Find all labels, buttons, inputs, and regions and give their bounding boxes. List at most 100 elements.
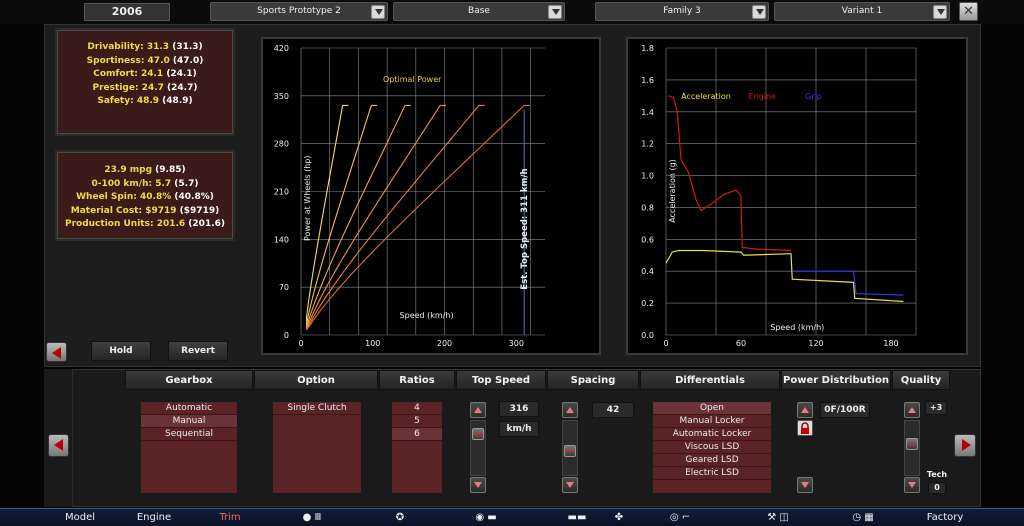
variant-dropdown-label: Variant 1 — [841, 6, 883, 16]
nav-brakes[interactable]: ◉ ▬ — [466, 509, 506, 526]
stat-base-value: (47.0) — [169, 55, 204, 66]
power-distribution-down-button[interactable] — [797, 477, 813, 493]
back-arrow-button[interactable] — [46, 342, 67, 362]
y-tick-label: 70 — [279, 283, 289, 292]
quality-down-button[interactable] — [904, 477, 920, 493]
model-dropdown[interactable]: Sports Prototype 2 — [210, 2, 388, 21]
family-dropdown-label: Family 3 — [663, 6, 701, 16]
ratio-option[interactable]: 6 — [392, 428, 442, 441]
ratios-list[interactable]: 456 — [391, 401, 443, 494]
y-tick-label: 0.2 — [641, 299, 654, 308]
stat-base-value: (24.7) — [163, 82, 198, 93]
differential-option[interactable]: Open — [653, 402, 771, 415]
y-tick-label: 1.0 — [641, 172, 654, 181]
clutch-option[interactable]: Single Clutch — [273, 402, 361, 415]
top-speed-header: Top Speed — [456, 370, 546, 390]
nav-trim[interactable]: Trim — [190, 509, 270, 526]
nav-engine[interactable]: Engine — [114, 509, 194, 526]
differential-option[interactable]: Automatic Locker — [653, 428, 771, 441]
stat-value: 23.9 mpg — [104, 165, 153, 175]
quality-header: Quality — [892, 370, 950, 390]
x-tick-label: 200 — [437, 339, 452, 348]
fan-icon: ✤ — [614, 512, 624, 523]
nav-suspension[interactable]: ✪ — [380, 509, 420, 526]
close-button[interactable]: ✕ — [959, 2, 978, 21]
y-tick-label: 1.6 — [641, 76, 654, 85]
top-speed-up-button[interactable] — [470, 402, 486, 418]
power-distribution-up-button[interactable] — [797, 402, 813, 418]
power-chart: 0 70 140 210 280 350 420 0 100 200 300 Power at Whe… — [274, 44, 545, 348]
nav-body[interactable]: ▬▬ — [548, 509, 606, 526]
stat-value: Sportiness: 47.0 — [86, 55, 170, 66]
nav-factory[interactable]: Factory — [905, 509, 985, 526]
top-speed-down-button[interactable] — [470, 477, 486, 493]
spacing-up-button[interactable] — [562, 402, 578, 418]
gearbox-option[interactable]: Automatic — [141, 402, 237, 415]
stat-line: 23.9 mpg (9.85) — [57, 164, 233, 178]
spacing-slider-track[interactable] — [562, 420, 578, 476]
stat-value: Material Cost: $9719 — [70, 205, 177, 216]
gearbox-option[interactable]: Sequential — [141, 428, 237, 441]
hold-button[interactable]: Hold — [91, 341, 151, 361]
ratio-option[interactable]: 5 — [392, 415, 442, 428]
lock-icon[interactable] — [797, 420, 813, 436]
legend-grip: Grip — [805, 92, 822, 101]
wrench-icon: ⚒ ◫ — [767, 512, 789, 523]
option-list[interactable]: Single Clutch — [272, 401, 362, 494]
trim-dropdown[interactable]: Base — [393, 2, 565, 21]
nav-track[interactable]: ◷ ▦ — [838, 509, 888, 526]
stat-value: Wheel Spin: 40.8% — [76, 192, 172, 202]
differential-option[interactable]: Viscous LSD — [653, 441, 771, 454]
quality-up-button[interactable] — [904, 402, 920, 418]
nav-model[interactable]: Model — [40, 509, 120, 526]
option-header: Option — [254, 370, 378, 390]
variant-dropdown[interactable]: Variant 1 — [774, 2, 950, 21]
next-page-button[interactable] — [954, 434, 976, 457]
chevron-down-icon — [752, 5, 766, 19]
chart-title: Optimal Power — [383, 75, 442, 84]
y-tick-label: 1.8 — [641, 44, 654, 53]
acceleration-chart: 0.0 0.2 0.4 0.6 0.8 1.0 1.2 1.4 1.6 1.8 0 60 120 180 A… — [641, 44, 917, 348]
stat-base-value: (201.6) — [185, 219, 225, 229]
y-tick-label: 1.2 — [641, 140, 654, 149]
top-speed-value: 316 — [499, 401, 539, 417]
x-tick-label: 0 — [663, 339, 668, 348]
differential-option[interactable]: Geared LSD — [653, 454, 771, 467]
y-tick-label: 0.4 — [641, 267, 654, 276]
stat-base-value: (40.8%) — [171, 192, 214, 202]
nav-testing[interactable]: ⚒ ◫ — [748, 509, 808, 526]
top-speed-slider-handle[interactable] — [472, 428, 484, 440]
gearbox-list[interactable]: Automatic Manual Sequential — [140, 401, 238, 494]
quality-slider-track[interactable] — [904, 420, 920, 476]
x-axis-label: Speed (km/h) — [770, 323, 824, 332]
ratio-option[interactable]: 4 — [392, 402, 442, 415]
prev-page-button[interactable] — [48, 434, 69, 457]
nav-gearbox[interactable]: ● Ⅲ — [282, 509, 342, 526]
revert-button[interactable]: Revert — [168, 341, 228, 361]
gearbox-option[interactable]: Manual — [141, 415, 237, 428]
differentials-list[interactable]: Open Manual Locker Automatic Locker Viscous… — [652, 401, 772, 494]
y-tick-label: 350 — [274, 92, 289, 101]
power-distribution-value: 0F/100R — [820, 402, 870, 418]
nav-interior[interactable]: ◎ ⌐ — [650, 509, 710, 526]
y-tick-label: 210 — [274, 188, 289, 197]
stat-line: Wheel Spin: 40.8% (40.8%) — [57, 191, 233, 205]
stat-value: Prestige: 24.7 — [92, 82, 164, 93]
stat-base-value: (9.85) — [152, 165, 186, 175]
car-icon: ▬▬ — [567, 512, 587, 523]
spacing-down-button[interactable] — [562, 477, 578, 493]
top-speed-slider-track[interactable] — [470, 420, 486, 476]
x-tick-label: 300 — [509, 339, 524, 348]
stat-line: Safety: 48.9 (48.9) — [57, 95, 233, 109]
gear-curve — [306, 104, 485, 330]
nav-cooling[interactable]: ✤ — [604, 509, 634, 526]
quality-slider-handle[interactable] — [906, 438, 918, 450]
family-dropdown[interactable]: Family 3 — [595, 2, 769, 21]
differential-option[interactable]: Manual Locker — [653, 415, 771, 428]
spacing-slider-handle[interactable] — [564, 445, 576, 457]
differential-option[interactable]: Electric LSD — [653, 467, 771, 480]
x-tick-label: 0 — [298, 339, 303, 348]
series-grip — [792, 270, 904, 296]
y-tick-label: 0.8 — [641, 203, 654, 212]
quality-value: +3 — [925, 401, 947, 415]
